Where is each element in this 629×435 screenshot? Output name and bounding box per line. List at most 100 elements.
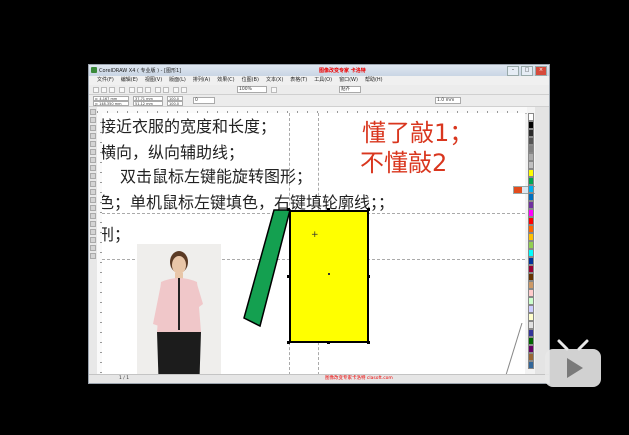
rectangle-tool-icon[interactable] bbox=[90, 157, 96, 163]
menu-tools[interactable]: 工具(O) bbox=[314, 76, 332, 85]
menu-file[interactable]: 文件(F) bbox=[97, 76, 114, 85]
smart-fill-tool-icon[interactable] bbox=[90, 149, 96, 155]
save-button[interactable] bbox=[109, 87, 115, 93]
model-photo[interactable] bbox=[137, 244, 221, 375]
palette-swatch[interactable] bbox=[528, 185, 534, 193]
zoom-tool-icon[interactable] bbox=[90, 133, 96, 139]
export-button[interactable] bbox=[181, 87, 187, 93]
pick-tool-icon[interactable] bbox=[90, 109, 96, 115]
palette-swatch[interactable] bbox=[528, 313, 534, 321]
palette-swatch[interactable] bbox=[528, 169, 534, 177]
instruction-text-line-3[interactable]: 双击鼠标左键能旋转图形； bbox=[120, 163, 312, 187]
selection-handle[interactable] bbox=[327, 208, 330, 211]
selection-handle[interactable] bbox=[367, 275, 370, 278]
yellow-rectangle-shape[interactable] bbox=[289, 210, 369, 343]
height-field[interactable]: 51.12 mm bbox=[133, 101, 163, 106]
redo-button[interactable] bbox=[163, 87, 169, 93]
menu-view[interactable]: 视图(V) bbox=[145, 76, 162, 85]
palette-swatch[interactable] bbox=[528, 121, 534, 129]
palette-swatch[interactable] bbox=[528, 161, 534, 169]
palette-swatch[interactable] bbox=[528, 273, 534, 281]
palette-swatch[interactable] bbox=[528, 249, 534, 257]
palette-swatch[interactable] bbox=[528, 233, 534, 241]
menu-effects[interactable]: 效果(C) bbox=[217, 76, 234, 85]
outline-tool-icon[interactable] bbox=[90, 237, 96, 243]
palette-swatch[interactable] bbox=[528, 177, 534, 185]
blend-tool-icon[interactable] bbox=[90, 221, 96, 227]
selection-handle[interactable] bbox=[367, 208, 370, 211]
menu-table[interactable]: 表格(T) bbox=[290, 76, 307, 85]
snap-to-dropdown[interactable]: 贴齐 bbox=[339, 86, 361, 93]
palette-swatch[interactable] bbox=[528, 193, 534, 201]
instruction-text-line-5[interactable]: 刑； bbox=[102, 221, 130, 245]
palette-swatch[interactable] bbox=[528, 113, 534, 121]
selection-handle[interactable] bbox=[287, 208, 290, 211]
palette-swatch[interactable] bbox=[528, 337, 534, 345]
palette-swatch[interactable] bbox=[528, 329, 534, 337]
palette-swatch[interactable] bbox=[528, 129, 534, 137]
selection-handle[interactable] bbox=[367, 341, 370, 344]
palette-swatch[interactable] bbox=[528, 257, 534, 265]
eyedropper-tool-icon[interactable] bbox=[90, 229, 96, 235]
dimension-tool-icon[interactable] bbox=[90, 205, 96, 211]
palette-swatch[interactable] bbox=[528, 201, 534, 209]
palette-swatch[interactable] bbox=[528, 281, 534, 289]
open-button[interactable] bbox=[101, 87, 107, 93]
palette-swatch[interactable] bbox=[528, 321, 534, 329]
freehand-tool-icon[interactable] bbox=[90, 141, 96, 147]
text-tool-icon[interactable] bbox=[90, 189, 96, 195]
shape-tool-icon[interactable] bbox=[90, 117, 96, 123]
fill-tool-icon[interactable] bbox=[90, 245, 96, 251]
cut-button[interactable] bbox=[129, 87, 135, 93]
connector-tool-icon[interactable] bbox=[90, 213, 96, 219]
palette-swatch[interactable] bbox=[528, 241, 534, 249]
palette-swatch[interactable] bbox=[528, 305, 534, 313]
instruction-text-line-1[interactable]: 接近衣服的宽度和长度； bbox=[102, 113, 276, 137]
new-document-button[interactable] bbox=[93, 87, 99, 93]
minimize-button[interactable]: – bbox=[507, 66, 519, 76]
table-tool-icon[interactable] bbox=[90, 197, 96, 203]
palette-swatch[interactable] bbox=[528, 289, 534, 297]
interactive-fill-tool-icon[interactable] bbox=[90, 253, 96, 259]
selection-handle[interactable] bbox=[327, 341, 330, 344]
color-palette[interactable] bbox=[527, 113, 535, 375]
drawing-canvas[interactable]: 接近衣服的宽度和长度； 横向，纵向辅助线； 双击鼠标左键能旋转图形； 色；单机鼠… bbox=[102, 113, 525, 375]
paste-button[interactable] bbox=[145, 87, 151, 93]
menu-help[interactable]: 帮助(H) bbox=[365, 76, 383, 85]
hint-text-line-2[interactable]: 不懂敲2 bbox=[360, 143, 447, 178]
palette-swatch[interactable] bbox=[528, 297, 534, 305]
palette-swatch[interactable] bbox=[528, 225, 534, 233]
page-indicator[interactable]: 1 / 1 bbox=[119, 375, 129, 383]
crop-tool-icon[interactable] bbox=[90, 125, 96, 131]
palette-swatch[interactable] bbox=[528, 345, 534, 353]
palette-swatch[interactable] bbox=[528, 153, 534, 161]
menu-arrange[interactable]: 排列(A) bbox=[193, 76, 210, 85]
menu-edit[interactable]: 编辑(E) bbox=[121, 76, 138, 85]
close-button[interactable]: × bbox=[535, 66, 547, 76]
palette-swatch[interactable] bbox=[528, 353, 534, 361]
green-sleeve-shape[interactable] bbox=[242, 208, 292, 328]
menu-bitmaps[interactable]: 位图(B) bbox=[242, 76, 259, 85]
y-position-field[interactable]: y: 148.350 mm bbox=[93, 101, 129, 106]
menu-window[interactable]: 窗口(W) bbox=[339, 76, 358, 85]
selection-handle[interactable] bbox=[287, 341, 290, 344]
ellipse-tool-icon[interactable] bbox=[90, 165, 96, 171]
basic-shapes-tool-icon[interactable] bbox=[90, 181, 96, 187]
outline-width-select[interactable]: 1.0 mm bbox=[435, 97, 461, 104]
import-button[interactable] bbox=[173, 87, 179, 93]
palette-swatch[interactable] bbox=[528, 137, 534, 145]
rotation-field[interactable]: 0 bbox=[193, 97, 215, 104]
palette-swatch[interactable] bbox=[528, 145, 534, 153]
palette-swatch[interactable] bbox=[528, 217, 534, 225]
zoom-icon[interactable] bbox=[271, 87, 277, 93]
palette-swatch[interactable] bbox=[528, 265, 534, 273]
print-button[interactable] bbox=[119, 87, 125, 93]
polygon-tool-icon[interactable] bbox=[90, 173, 96, 179]
menu-text[interactable]: 文本(X) bbox=[266, 76, 283, 85]
copy-button[interactable] bbox=[137, 87, 143, 93]
palette-swatch[interactable] bbox=[528, 209, 534, 217]
selection-handle[interactable] bbox=[287, 275, 290, 278]
palette-swatch[interactable] bbox=[528, 361, 534, 369]
zoom-select[interactable]: 100% bbox=[237, 86, 267, 93]
maximize-button[interactable]: □ bbox=[521, 66, 533, 76]
